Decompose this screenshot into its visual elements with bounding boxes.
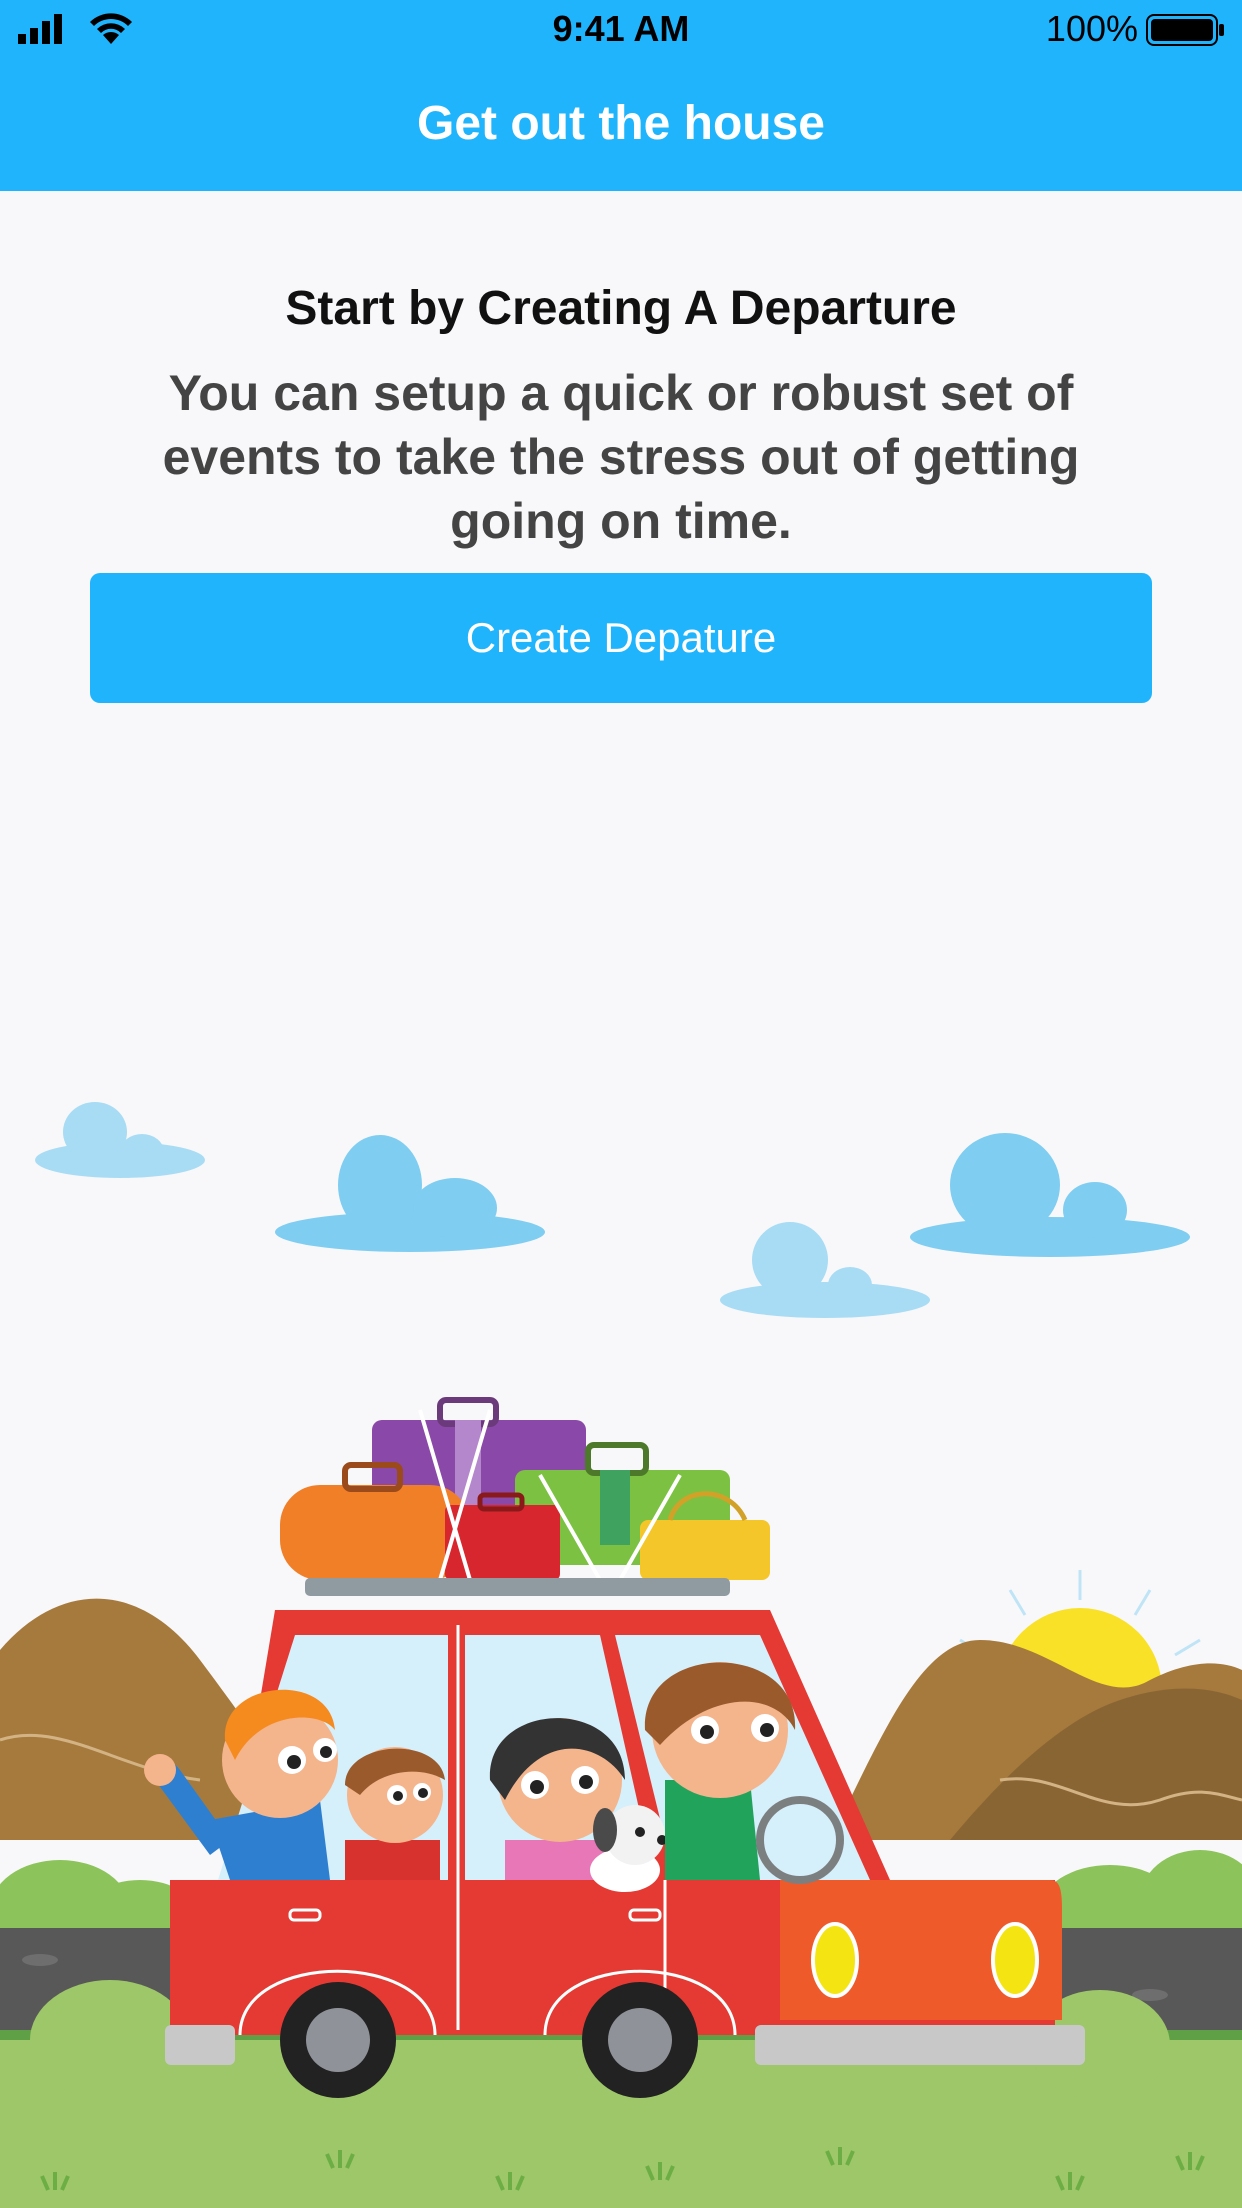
roof-rack — [305, 1578, 730, 1596]
section-heading: Start by Creating A Departure — [285, 282, 957, 335]
luggage-stack — [280, 1397, 770, 1581]
header-bar: 9:41 AM 100% Get out the house — [0, 0, 1242, 191]
cloud-shapes — [35, 1102, 1190, 1318]
family-road-trip-illustration — [0, 1102, 1242, 2208]
battery-icon — [1146, 14, 1224, 46]
create-departure-button[interactable]: Create Depature — [90, 573, 1152, 703]
status-bar: 9:41 AM 100% — [0, 0, 1242, 60]
battery-percentage: 100% — [1045, 8, 1138, 49]
page-title: Get out the house — [417, 97, 825, 150]
section-description: You can setup a quick or robust set of e… — [162, 365, 1080, 549]
